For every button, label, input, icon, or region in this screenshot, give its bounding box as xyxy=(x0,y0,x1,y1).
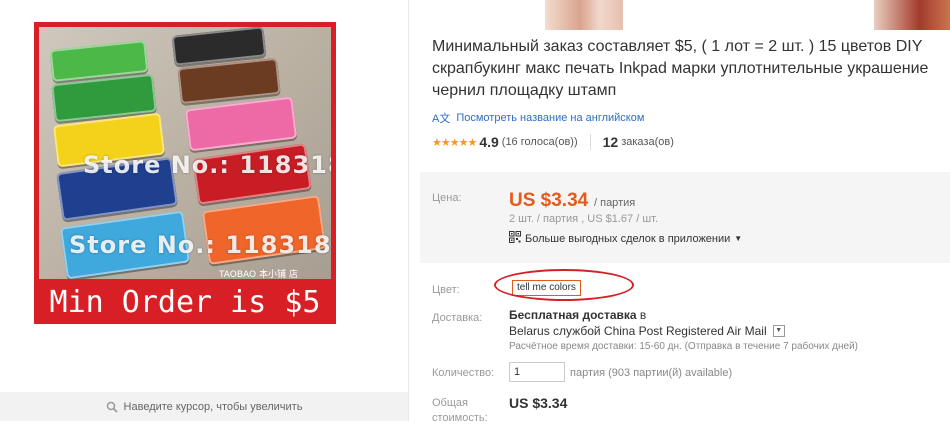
product-title: Минимальный заказ составляет $5, ( 1 лот… xyxy=(432,38,929,99)
qr-code-icon xyxy=(509,231,521,246)
total-label-line1: Общая xyxy=(432,397,468,409)
highlight-ellipse xyxy=(494,269,634,301)
unit-price: 2 шт. / партия , US $1.67 / шт. xyxy=(509,213,659,225)
app-deals-link[interactable]: Больше выгодных сделок в приложении ▼ xyxy=(509,231,742,246)
product-main-image[interactable]: Store No.: 118318 Store No.: 118318 TAOB… xyxy=(34,22,336,324)
shipping-destination: Belarus службой China Post Registered Ai… xyxy=(509,324,767,338)
price-value: US $3.34 xyxy=(509,190,589,211)
translate-title-link[interactable]: А文 Посмотреть название на английском xyxy=(432,110,644,126)
color-label: Цвет: xyxy=(432,284,460,296)
zoom-hint-text: Наведите курсор, чтобы увеличить xyxy=(123,400,303,413)
price-box xyxy=(420,172,950,263)
free-shipping-label: Бесплатная доставка xyxy=(509,308,637,322)
chevron-down-icon: ▼ xyxy=(734,234,743,243)
free-shipping-text: Бесплатная доставка в xyxy=(509,308,646,322)
star-rating-icon: ★★★★★ xyxy=(432,136,477,149)
app-deals-text: Больше выгодных сделок в приложении xyxy=(525,232,731,245)
quantity-note: партия (903 партии(й) available) xyxy=(570,367,733,379)
divider xyxy=(589,134,591,150)
shipping-label: Доставка: xyxy=(432,312,483,324)
magnifier-icon xyxy=(106,401,118,413)
quantity-label: Количество: xyxy=(432,367,495,379)
shop-stamp: TAOBAO 本小铺 店 xyxy=(219,270,298,279)
zoom-hint-bar: Наведите курсор, чтобы увеличить xyxy=(0,392,408,421)
image-gallery: Store No.: 118318 Store No.: 118318 TAOB… xyxy=(0,0,409,421)
recommended-thumbnail[interactable] xyxy=(874,0,950,30)
free-shipping-in: в xyxy=(639,308,647,322)
price-unit: / партия xyxy=(594,197,636,209)
orders-label: заказа(ов) xyxy=(621,136,674,148)
ink-pads-photo: Store No.: 118318 Store No.: 118318 TAOB… xyxy=(39,27,331,279)
ink-pad-pink xyxy=(184,96,298,152)
rating-value: 4.9 xyxy=(479,134,499,150)
shipping-dropdown-icon[interactable]: ▼ xyxy=(772,325,785,337)
votes-link[interactable]: (16 голоса(ов)) xyxy=(502,136,578,148)
total-value: US $3.34 xyxy=(509,395,568,411)
translate-icon: А文 xyxy=(432,113,451,125)
watermark-store: Store No.: 118318 xyxy=(83,151,331,179)
translate-link-text: Посмотреть название на английском xyxy=(456,112,645,124)
recommended-thumbnail[interactable] xyxy=(545,0,623,30)
quantity-input[interactable] xyxy=(509,362,565,382)
total-label-line2: стоимость: xyxy=(432,412,488,424)
delivery-estimate: Расчётное время доставки: 15-60 дн. (Отп… xyxy=(509,341,859,352)
shipping-method: Belarus службой China Post Registered Ai… xyxy=(509,324,785,338)
min-order-banner: Min Order is $5 xyxy=(49,285,321,320)
price-label: Цена: xyxy=(432,192,462,204)
rating-row: ★★★★★ 4.9 (16 голоса(ов)) 12 заказа(ов) xyxy=(432,134,674,150)
ink-pad-brown xyxy=(177,57,281,105)
watermark-store: Store No.: 118318 xyxy=(69,231,331,259)
orders-count: 12 xyxy=(602,134,619,150)
